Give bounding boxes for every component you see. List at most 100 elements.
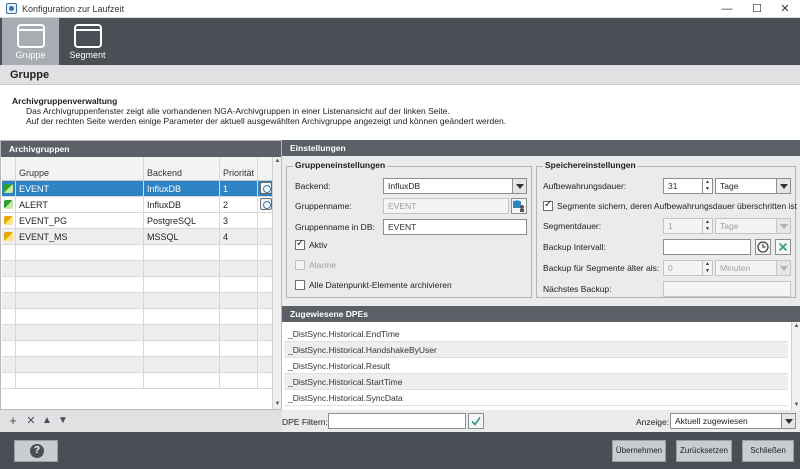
add-icon[interactable]: +: [6, 414, 20, 428]
delete-icon[interactable]: ✕: [24, 414, 38, 428]
archive-all-label: Alle Datenpunkt-Elemente archivieren: [309, 280, 452, 290]
window-icon: [16, 24, 45, 48]
groups-toolbar: + ✕ ▲ ▼: [0, 410, 282, 432]
column-header-group[interactable]: Gruppe: [16, 157, 144, 180]
segment-duration-label: Segmentdauer:: [543, 221, 602, 231]
status-cell: [2, 197, 16, 212]
assigned-dpes-header: Zugewiesene DPEs: [282, 306, 800, 322]
groupname-db-input[interactable]: [383, 219, 527, 235]
scroll-up-icon[interactable]: ▲: [792, 322, 800, 331]
tab-bar: Gruppe Segment: [0, 18, 800, 65]
apply-button[interactable]: Übernehmen: [612, 440, 666, 462]
clock-icon[interactable]: [755, 239, 771, 255]
header-action-cell: [258, 157, 273, 180]
groupname-input[interactable]: [383, 198, 509, 214]
tab-gruppe[interactable]: Gruppe: [2, 18, 59, 65]
table-row[interactable]: EVENT InfluxDB 1: [2, 181, 273, 197]
list-item[interactable]: _DistSync.Historical.EndTime: [284, 326, 788, 342]
window-title: Konfiguration zur Laufzeit: [22, 4, 125, 14]
minimize-button[interactable]: —: [712, 0, 742, 18]
segment-duration-spinbox[interactable]: 1 ▲ ▼: [663, 218, 713, 234]
column-header-priority[interactable]: Priorität: [220, 157, 258, 180]
clear-icon[interactable]: [775, 239, 791, 255]
backup-older-unit-select[interactable]: Minuten: [715, 260, 791, 276]
close-button[interactable]: Schließen: [742, 440, 794, 462]
priority-cell: 4: [220, 229, 258, 244]
assigned-dpes-list: _DistSync.Historical.EndTime _DistSync.H…: [282, 322, 800, 410]
status-green-icon: [4, 184, 13, 193]
action-cell: [258, 181, 273, 196]
retention-label: Aufbewahrungsdauer:: [543, 181, 627, 191]
list-item[interactable]: _DistSync.Historical.StartTime: [284, 374, 788, 390]
list-item[interactable]: _DistSync.Historical.Result: [284, 358, 788, 374]
dpe-filter-input[interactable]: [328, 413, 466, 429]
help-button[interactable]: ?: [14, 440, 58, 462]
empty-row: [2, 357, 273, 373]
chevron-down-icon: [776, 219, 790, 233]
table-row[interactable]: EVENT_MS MSSQL 4: [2, 229, 273, 245]
group-settings-title: Gruppeneinstellungen: [293, 160, 388, 170]
scroll-down-icon[interactable]: ▼: [273, 400, 282, 409]
active-label: Aktiv: [309, 240, 328, 250]
chevron-down-icon: [512, 179, 526, 193]
retention-unit-value: Tage: [720, 181, 739, 191]
status-green-icon: [4, 200, 13, 209]
list-item[interactable]: _DistSync.Historical.SyncData: [284, 390, 788, 406]
backend-select[interactable]: InfluxDB: [383, 178, 527, 194]
next-backup-input: [663, 281, 791, 297]
dpes-scrollbar[interactable]: ▲ ▼: [791, 322, 800, 410]
alarms-checkbox[interactable]: [295, 260, 305, 270]
groups-scrollbar[interactable]: ▲ ▼: [272, 157, 281, 409]
backup-interval-label: Backup Intervall:: [543, 242, 606, 252]
archive-groups-table: Gruppe Backend Priorität EVENT InfluxDB …: [2, 157, 273, 389]
list-item[interactable]: _DistSync.Historical.HandshakeByUser: [284, 342, 788, 358]
move-up-icon[interactable]: ▲: [40, 414, 54, 428]
scroll-up-icon[interactable]: ▲: [273, 157, 282, 166]
group-name-cell: ALERT: [16, 197, 144, 212]
priority-cell: 3: [220, 213, 258, 228]
retention-spinbox[interactable]: 31 ▲ ▼: [663, 178, 713, 194]
segment-duration-unit-select[interactable]: Tage: [715, 218, 791, 234]
empty-row: [2, 277, 273, 293]
alarms-label: Alarme: [309, 260, 336, 270]
scroll-down-icon[interactable]: ▼: [792, 401, 800, 410]
backup-older-label: Backup für Segmente älter als:: [543, 263, 660, 273]
segment-duration-unit-value: Tage: [720, 221, 739, 231]
row-settings-icon[interactable]: [260, 198, 272, 210]
tab-segment-label: Segment: [69, 50, 106, 60]
table-row[interactable]: EVENT_PG PostgreSQL 3: [2, 213, 273, 229]
storage-settings-box: Speichereinstellungen Aufbewahrungsdauer…: [536, 160, 798, 298]
save-segments-label: Segmente sichern, deren Aufbewahrungsdau…: [557, 201, 798, 211]
row-settings-icon[interactable]: [260, 182, 272, 194]
description-line-2: Auf der rechten Seite werden einige Para…: [26, 116, 507, 126]
db-user-icon[interactable]: [511, 198, 527, 214]
archive-all-checkbox[interactable]: [295, 280, 305, 290]
active-checkbox[interactable]: [295, 238, 305, 250]
status-cell: [2, 229, 16, 244]
spinner-icon[interactable]: ▲ ▼: [702, 261, 712, 275]
column-header-backend[interactable]: Backend: [144, 157, 220, 180]
table-row[interactable]: ALERT InfluxDB 2: [2, 197, 273, 213]
segment-duration-value: 1: [668, 221, 673, 231]
title-bar: Konfiguration zur Laufzeit — ☐ ✕: [0, 0, 800, 18]
spinner-icon[interactable]: ▲ ▼: [702, 219, 712, 233]
backup-older-spinbox[interactable]: 0 ▲ ▼: [663, 260, 713, 276]
reset-button[interactable]: Zurücksetzen: [676, 440, 732, 462]
tab-segment[interactable]: Segment: [59, 18, 116, 65]
maximize-button[interactable]: ☐: [742, 0, 772, 18]
close-window-button[interactable]: ✕: [770, 0, 800, 18]
chevron-down-icon: [776, 261, 790, 275]
save-segments-checkbox[interactable]: [543, 199, 553, 211]
empty-row: [2, 325, 273, 341]
footer-bar: ? Übernehmen Zurücksetzen Schließen: [0, 432, 800, 469]
check-icon[interactable]: [468, 413, 484, 429]
backup-interval-input[interactable]: [663, 239, 751, 255]
spinner-icon[interactable]: ▲ ▼: [702, 179, 712, 193]
backend-label: Backend:: [295, 181, 331, 191]
move-down-icon[interactable]: ▼: [56, 414, 70, 428]
retention-unit-select[interactable]: Tage: [715, 178, 791, 194]
next-backup-label: Nächstes Backup:: [543, 284, 612, 294]
display-select[interactable]: Aktuell zugewiesen: [670, 413, 796, 429]
backend-cell: InfluxDB: [144, 181, 220, 196]
tab-gruppe-label: Gruppe: [15, 50, 46, 60]
